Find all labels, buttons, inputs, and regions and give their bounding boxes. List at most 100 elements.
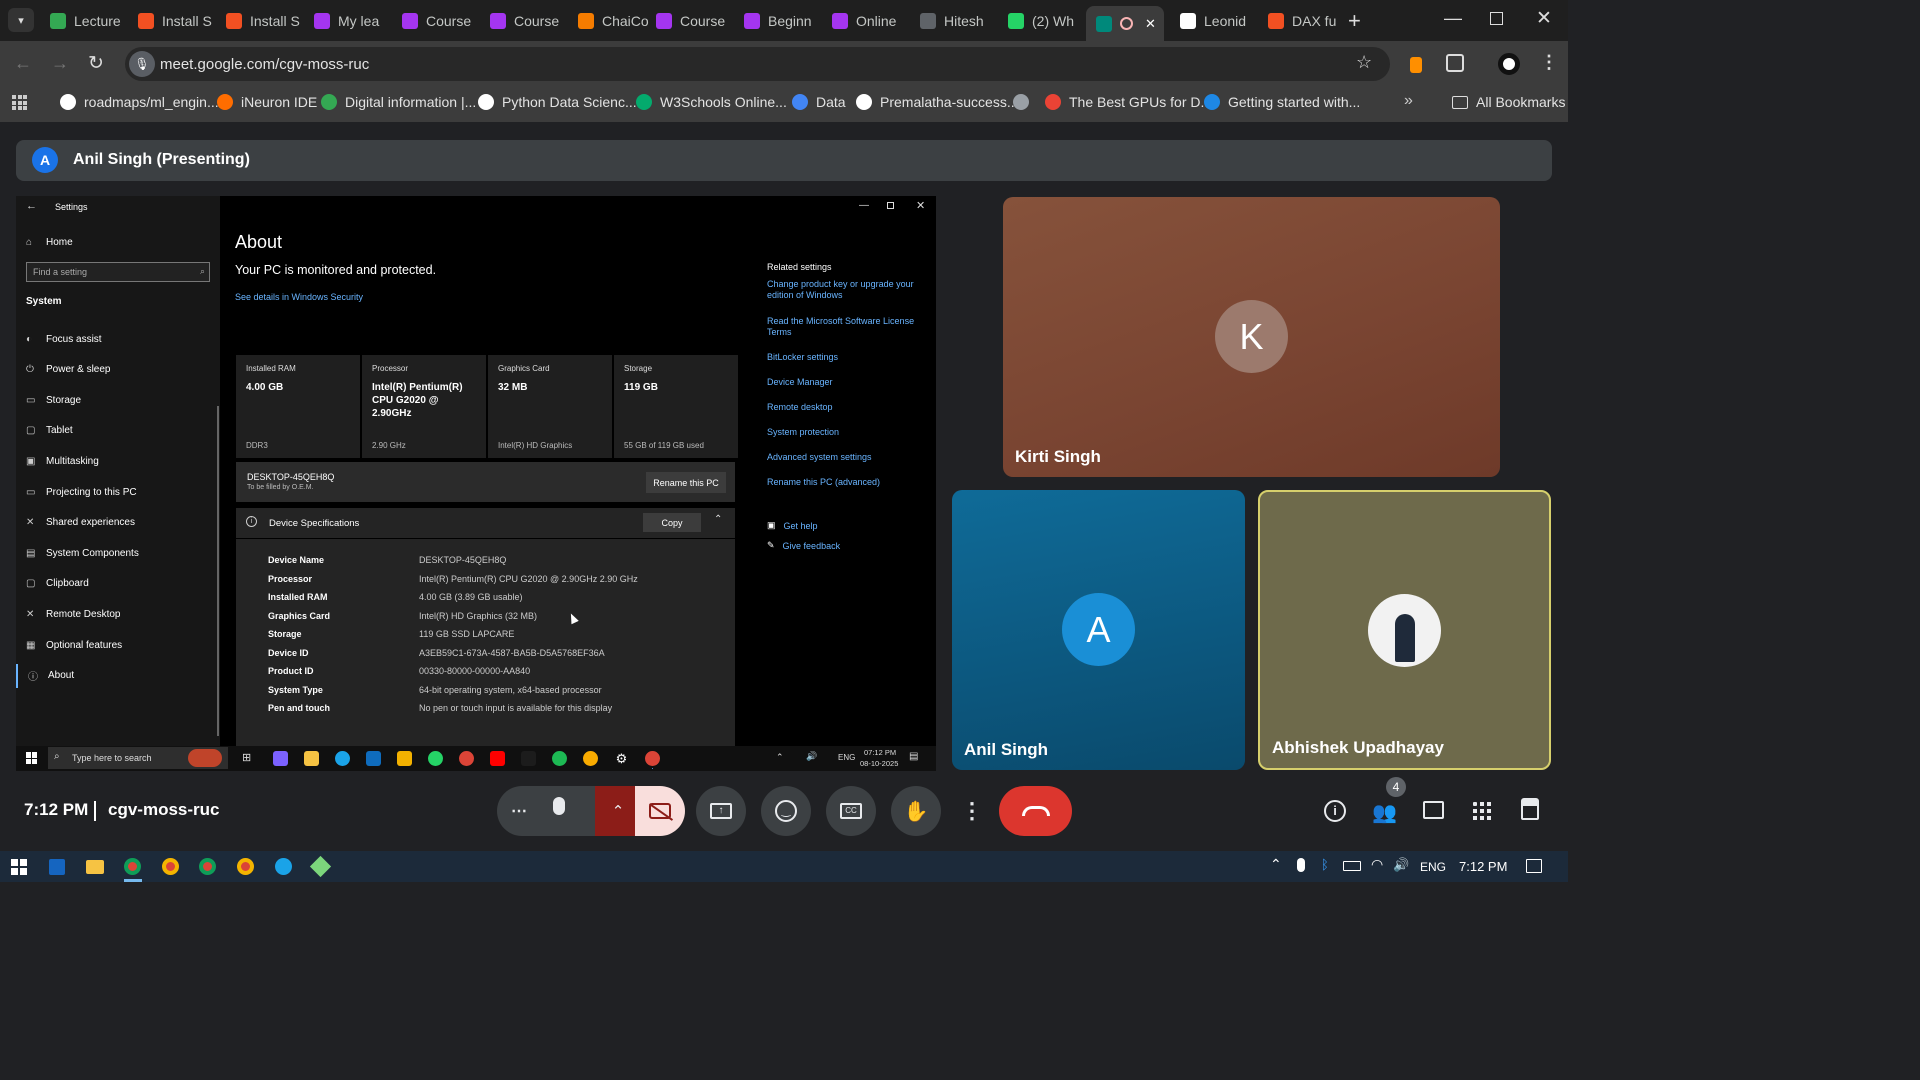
browser-tab[interactable]: (2) Wh	[998, 6, 1086, 36]
related-settings-link[interactable]: Device Manager	[767, 377, 917, 388]
restore-button[interactable]	[1490, 12, 1503, 25]
give-feedback-link[interactable]: Give feedback	[783, 541, 841, 551]
settings-nav-item[interactable]: ▣ Multitasking	[16, 449, 220, 473]
camera-toggle-button[interactable]	[635, 786, 685, 836]
edge-icon[interactable]	[275, 858, 292, 875]
app-icon[interactable]	[309, 855, 332, 878]
browser-tab[interactable]: Course	[480, 6, 568, 36]
volume-icon[interactable]: 🔊	[1393, 857, 1409, 873]
close-window-button[interactable]: ✕	[1536, 7, 1552, 30]
tray-volume-icon[interactable]: 🔊	[806, 751, 817, 762]
bookmark-item[interactable]: Digital information |...	[321, 93, 476, 111]
more-bookmarks-chevron-icon[interactable]: »	[1404, 92, 1413, 110]
browser-tab[interactable]: My lea	[304, 6, 392, 36]
browser-tab[interactable]: ✕	[1086, 6, 1164, 41]
bookmark-item[interactable]: The Best GPUs for D...	[1045, 93, 1212, 111]
chrome-canary-icon[interactable]	[583, 751, 598, 766]
reactions-button[interactable]: ‿	[761, 786, 811, 836]
chrome-icon[interactable]	[162, 858, 179, 875]
browser-tab[interactable]: DAX fu	[1258, 6, 1346, 36]
window-maximize-icon[interactable]	[887, 202, 894, 209]
store-icon[interactable]	[397, 751, 412, 766]
close-tab-icon[interactable]: ✕	[1145, 16, 1156, 32]
task-view-icon[interactable]: ⊞	[242, 751, 251, 764]
minimize-button[interactable]: —	[1444, 8, 1462, 29]
chrome-active-icon[interactable]	[645, 751, 660, 766]
get-help-link[interactable]: Get help	[784, 521, 818, 531]
address-bar[interactable]: 🎙 meet.google.com/cgv-moss-ruc ☆	[125, 47, 1390, 81]
profile-avatar[interactable]	[1498, 53, 1520, 75]
nav-home[interactable]: ⌂ Home	[16, 230, 220, 254]
sidebar-scrollbar[interactable]	[217, 406, 219, 736]
settings-nav-item[interactable]: ✕ Remote Desktop	[16, 602, 220, 626]
get-help-row[interactable]: ▣ Get help	[767, 520, 818, 531]
raise-hand-button[interactable]: ✋	[891, 786, 941, 836]
clock[interactable]: 7:12 PM	[1459, 859, 1507, 874]
more-options-button[interactable]: ⋮	[956, 786, 988, 836]
forward-icon[interactable]: →	[51, 53, 69, 74]
settings-gear-icon[interactable]: ⚙	[614, 751, 629, 766]
browser-tab[interactable]: Beginn	[734, 6, 822, 36]
window-minimize-icon[interactable]: —	[859, 200, 869, 211]
browser-tab[interactable]: Install S	[128, 6, 216, 36]
chrome-icon[interactable]	[237, 858, 254, 875]
bookmark-item[interactable]: W3Schools Online...	[636, 93, 787, 111]
all-bookmarks-folder[interactable]: All Bookmarks	[1452, 93, 1565, 111]
store-app-icon[interactable]	[49, 859, 65, 875]
rename-pc-button[interactable]: Rename this PC	[646, 472, 726, 493]
meeting-info-icon[interactable]: i	[1324, 800, 1346, 822]
mic-permission-icon[interactable]: 🎙	[129, 51, 155, 77]
browser-tab[interactable]: Hitesh	[910, 6, 998, 36]
bookmark-item[interactable]: Python Data Scienc...	[478, 93, 637, 111]
tray-chevron-icon[interactable]: ⌃	[776, 752, 784, 763]
browser-tab[interactable]: Install S	[216, 6, 304, 36]
settings-nav-item[interactable]: ⏻ Power & sleep	[16, 358, 220, 382]
file-explorer-icon[interactable]	[304, 751, 319, 766]
related-settings-link[interactable]: Rename this PC (advanced)	[767, 477, 917, 488]
browser-tab[interactable]: Lecture	[40, 6, 128, 36]
tray-time[interactable]: 07:12 PM	[864, 748, 896, 757]
settings-nav-item[interactable]: ✕ Shared experiences	[16, 511, 220, 535]
present-screen-button[interactable]: ↑	[696, 786, 746, 836]
leave-call-button[interactable]	[999, 786, 1072, 836]
notification-icon[interactable]: ▤	[909, 751, 918, 762]
participant-tile-kirti[interactable]: K Kirti Singh	[1003, 197, 1500, 477]
new-tab-button[interactable]: +	[1348, 8, 1361, 34]
tray-date[interactable]: 08-10-2025	[860, 759, 898, 768]
wifi-icon[interactable]: ◠	[1371, 856, 1383, 873]
browser-tab[interactable]: Course	[392, 6, 480, 36]
settings-back-icon[interactable]: ←	[26, 200, 37, 212]
related-settings-link[interactable]: BitLocker settings	[767, 352, 917, 363]
tab-search-button[interactable]: ▾	[8, 8, 34, 32]
chrome-icon[interactable]	[199, 858, 216, 875]
language-indicator[interactable]: ENG	[1420, 860, 1446, 874]
settings-nav-item[interactable]: ⓘ About	[16, 663, 220, 688]
spotify-icon[interactable]	[552, 751, 567, 766]
tray-language[interactable]: ENG	[838, 753, 855, 762]
participant-tile-abhishek[interactable]: Abhishek Upadhayay	[1258, 490, 1551, 770]
apps-grid-icon[interactable]	[12, 95, 27, 110]
settings-nav-item[interactable]: ▤ System Components	[16, 541, 220, 565]
window-close-icon[interactable]: ✕	[916, 199, 925, 212]
settings-nav-item[interactable]: ▦ Optional features	[16, 633, 220, 657]
browser-menu-icon[interactable]: ⋮	[1540, 52, 1558, 73]
bookmark-item[interactable]: iNeuron IDE	[217, 93, 317, 111]
notification-center-icon[interactable]	[1526, 859, 1542, 873]
settings-nav-item[interactable]: ▭ Storage	[16, 388, 220, 412]
app-icon[interactable]	[521, 751, 536, 766]
people-icon[interactable]: 👥	[1372, 800, 1397, 825]
captions-button[interactable]: CC	[826, 786, 876, 836]
settings-nav-item[interactable]: ▢ Clipboard	[16, 572, 220, 596]
copilot-icon[interactable]	[273, 751, 288, 766]
browser-tab[interactable]: Course	[646, 6, 734, 36]
edge-icon[interactable]	[335, 751, 350, 766]
outlook-icon[interactable]	[366, 751, 381, 766]
browser-tab[interactable]: Leonid	[1170, 6, 1258, 36]
extension-icon[interactable]	[1410, 57, 1422, 73]
reload-icon[interactable]: ↻	[88, 52, 104, 75]
chrome-icon[interactable]	[459, 751, 474, 766]
start-button-icon[interactable]	[11, 859, 27, 875]
participant-tile-anil[interactable]: A Anil Singh	[952, 490, 1245, 770]
bookmark-item[interactable]: Premalatha-success...	[856, 93, 1019, 111]
settings-search-input[interactable]: Find a setting ⌕	[26, 262, 210, 282]
